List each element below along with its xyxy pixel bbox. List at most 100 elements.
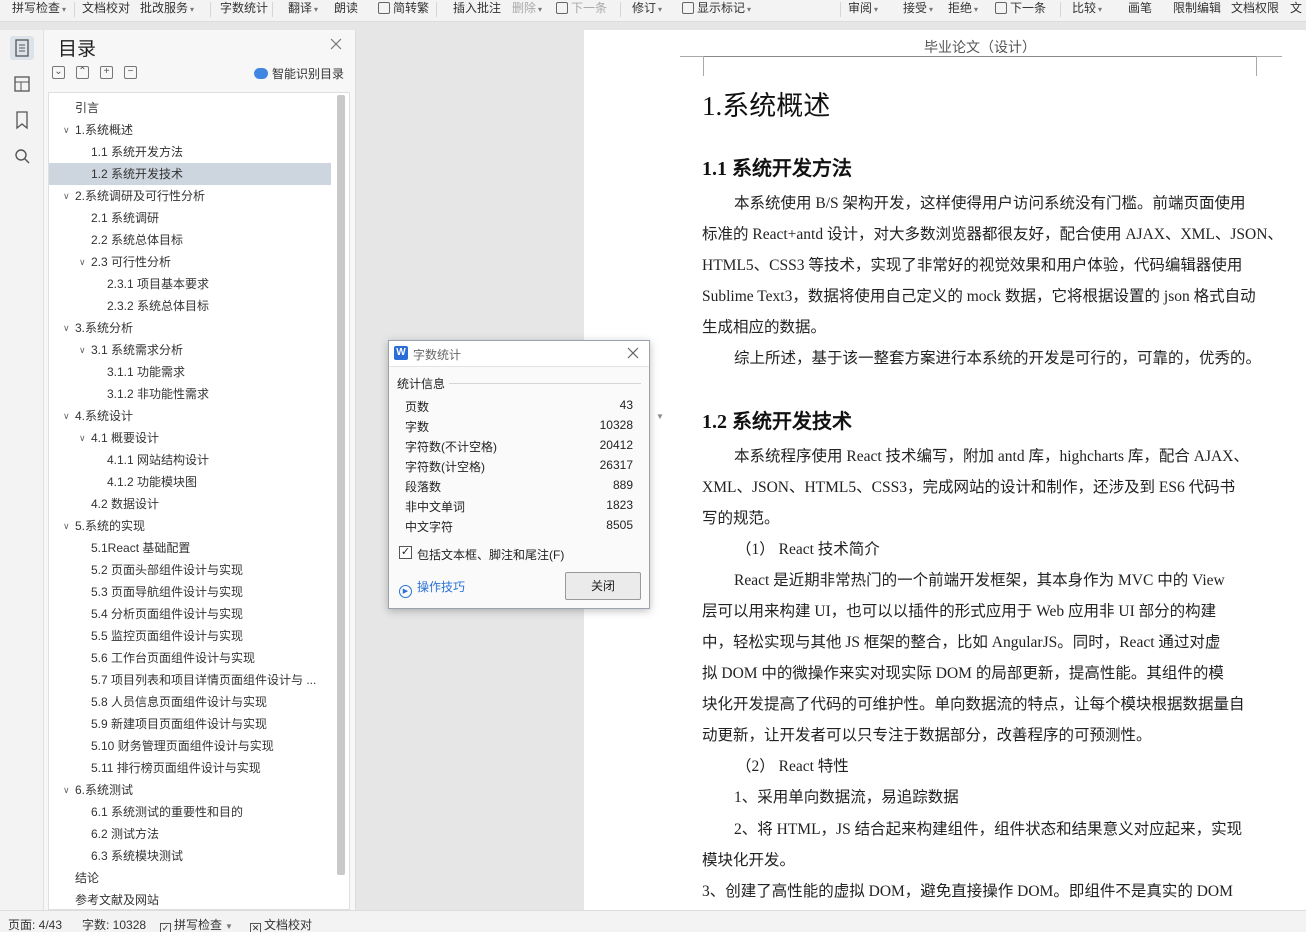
toc-item[interactable]: 1.1 系统开发方法 [49,141,331,163]
stat-row: 中文字符 8505 [405,515,633,535]
toc-item[interactable]: ∨ 4.1 概要设计 [49,427,331,449]
toc-scrollbar[interactable] [337,95,345,875]
toc-item[interactable]: ∨ 2.3 可行性分析 [49,251,331,273]
ribbon-button[interactable]: 审阅 ▾ [848,0,878,18]
ribbon-button[interactable]: 比较 ▾ [1072,0,1102,18]
chevron-down-icon[interactable]: ∨ [63,317,70,339]
toc-item[interactable]: 1.2 系统开发技术 [49,163,331,185]
toc-item[interactable]: 5.9 新建项目页面组件设计与实现 [49,713,331,735]
toc-item-label: 4.1.2 功能模块图 [107,475,198,489]
ribbon-button[interactable]: 画笔 [1128,0,1152,18]
toc-item[interactable]: 3.1.2 非功能性需求 [49,383,331,405]
document-page[interactable]: 毕业论文（设计） 1.系统概述 1.1 系统开发方法 1.2 系统开发技术 本系… [584,30,1306,910]
ribbon-button[interactable]: 字数统计 [220,0,268,18]
bookmark-icon[interactable] [10,108,34,132]
ribbon-button[interactable]: 插入批注 [453,0,501,18]
toc-item[interactable]: 4.2 数据设计 [49,493,331,515]
toc-item-label: 1.1 系统开发方法 [91,145,184,159]
ribbon-button-label: 接受 [903,1,928,15]
chevron-down-icon[interactable]: ∨ [63,515,70,537]
ribbon-button[interactable]: 显示标记 ▾ [682,0,751,18]
toc-item[interactable]: ∨ 3.1 系统需求分析 [49,339,331,361]
ribbon-button[interactable]: 文档权限 [1231,0,1279,18]
include-textbox-label[interactable]: 包括文本框、脚注和尾注(F) [417,546,564,563]
toc-item[interactable]: 5.8 人员信息页面组件设计与实现 [49,691,331,713]
chevron-down-icon[interactable]: ∨ [79,427,86,449]
toc-item[interactable]: 5.3 页面导航组件设计与实现 [49,581,331,603]
ribbon-button[interactable]: 限制编辑 [1173,0,1221,18]
toc-item[interactable]: 参考文献及网站 [49,889,331,909]
toc-item[interactable]: 3.1.1 功能需求 [49,361,331,383]
chevron-down-icon[interactable]: ∨ [63,779,70,801]
toc-item[interactable]: ∨ 5.系统的实现 [49,515,331,537]
ribbon-button[interactable]: 文 [1290,0,1302,18]
toc-item[interactable]: 5.4 分析页面组件设计与实现 [49,603,331,625]
chevron-down-icon[interactable]: ∨ [63,119,70,141]
stat-row: 页数 43 [405,395,633,415]
ribbon-button[interactable]: 简转繁 [378,0,429,18]
toc-item[interactable]: 5.2 页面头部组件设计与实现 [49,559,331,581]
ribbon-button[interactable]: 批改服务 ▾ [140,0,194,18]
toc-item[interactable]: 2.1 系统调研 [49,207,331,229]
toc-item[interactable]: 2.2 系统总体目标 [49,229,331,251]
ribbon-button[interactable]: 拼写检查 ▾ [12,0,66,18]
toc-item[interactable]: 5.10 财务管理页面组件设计与实现 [49,735,331,757]
chevron-down-icon[interactable]: ∨ [63,405,70,427]
smart-toc-button[interactable]: 智能识别目录 [254,65,344,82]
collapse-all-icon[interactable]: ⌄ [52,66,65,79]
spell-check-status[interactable]: ✓ 拼写检查 ▼ [160,916,233,932]
toc-item[interactable]: 6.3 系统模块测试 [49,845,331,867]
toc-close-icon[interactable] [330,38,342,50]
tips-link[interactable]: ▶ 操作技巧 [399,578,465,598]
ribbon-button[interactable]: 朗读 [334,0,358,18]
expand-up-icon[interactable]: ⌃ [76,66,89,79]
toc-item[interactable]: ∨ 1.系统概述 [49,119,331,141]
toc-pane-icon[interactable] [10,36,34,60]
search-icon[interactable] [10,144,34,168]
toc-item[interactable]: 结论 [49,867,331,889]
toc-item[interactable]: 引言 [49,97,331,119]
toc-item[interactable]: 5.7 项目列表和项目详情页面组件设计与 ... [49,669,331,691]
include-textbox-checkbox[interactable]: ✓ [399,546,412,559]
toc-item-label: 2.3.1 项目基本要求 [107,277,210,291]
remove-heading-icon[interactable]: − [124,66,137,79]
ribbon-button[interactable]: 下一条 [556,0,607,18]
toc-item[interactable]: ∨ 3.系统分析 [49,317,331,339]
ribbon-button[interactable]: 下一条 [995,0,1046,18]
toc-item[interactable]: 5.6 工作台页面组件设计与实现 [49,647,331,669]
chevron-down-icon[interactable]: ∨ [79,251,86,273]
ribbon-button[interactable]: 删除 ▾ [512,0,542,18]
toc-item[interactable]: 5.5 监控页面组件设计与实现 [49,625,331,647]
toc-item[interactable]: 6.1 系统测试的重要性和目的 [49,801,331,823]
ribbon-button[interactable]: 拒绝 ▾ [948,0,978,18]
toc-item[interactable]: ∨ 2.系统调研及可行性分析 [49,185,331,207]
toc-item[interactable]: 2.3.2 系统总体目标 [49,295,331,317]
toc-item[interactable]: 4.1.2 功能模块图 [49,471,331,493]
word-count-indicator[interactable]: 字数: 10328 [82,916,146,932]
proofread-status[interactable]: ✕ 文档校对 [250,916,312,932]
toc-item-label: 5.系统的实现 [75,519,146,533]
toc-item[interactable]: 5.11 排行榜页面组件设计与实现 [49,757,331,779]
toc-item[interactable]: 5.1React 基础配置 [49,537,331,559]
toc-item[interactable]: ∨ 4.系统设计 [49,405,331,427]
ribbon-button-label: 批改服务 [140,1,189,15]
ribbon-button[interactable]: 翻译 ▾ [288,0,318,18]
ribbon-button[interactable]: 修订 ▾ [632,0,662,18]
toc-item[interactable]: 6.2 测试方法 [49,823,331,845]
add-heading-icon[interactable]: + [100,66,113,79]
stat-label: 字符数(不计空格) [405,440,497,454]
chevron-down-icon[interactable]: ∨ [63,185,70,207]
toc-item[interactable]: ∨ 6.系统测试 [49,779,331,801]
paragraph-line: 2、将 HTML，JS 结合起来构建组件，组件状态和结果意义对应起来，实现 [734,821,1243,838]
collapse-arrow-icon[interactable]: ▼ [656,412,664,421]
dialog-close-icon[interactable] [627,347,639,359]
toc-item[interactable]: 4.1.1 网站结构设计 [49,449,331,471]
ribbon-button[interactable]: 文档校对 [82,0,130,18]
ribbon-button-icon [995,2,1007,14]
ribbon-button[interactable]: 接受 ▾ [903,0,933,18]
chevron-down-icon[interactable]: ∨ [79,339,86,361]
toc-item[interactable]: 2.3.1 项目基本要求 [49,273,331,295]
navigation-icon[interactable] [10,72,34,96]
page-indicator[interactable]: 页面: 4/43 [8,916,62,932]
close-button[interactable]: 关闭 [565,572,641,600]
